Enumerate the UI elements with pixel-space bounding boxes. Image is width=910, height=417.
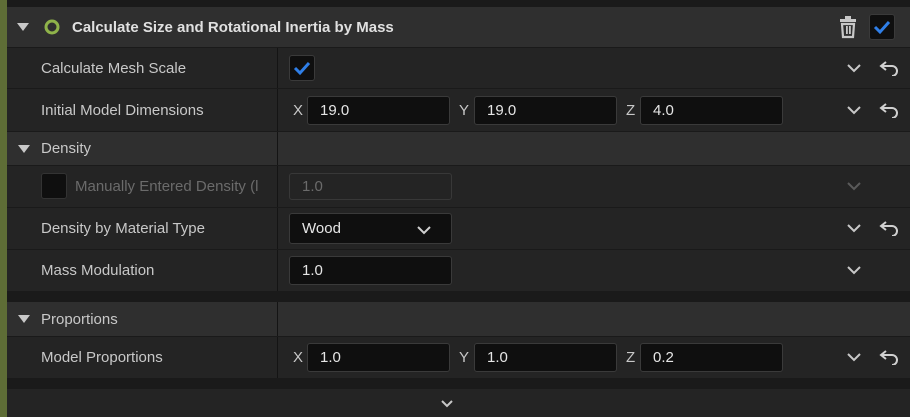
column-divider [277,89,278,131]
chevron-down-icon[interactable] [846,220,862,236]
checkmark-icon [293,61,311,76]
module-enable-checkbox[interactable] [869,14,895,40]
triangle-down-icon[interactable] [17,313,31,325]
row-initial-model-dimensions: Initial Model Dimensions X 19.0 Y 19.0 Z… [7,89,910,131]
column-divider [277,250,278,291]
row-manual-density: Manually Entered Density (l 1.0 [7,166,910,207]
triangle-down-icon[interactable] [17,143,31,155]
mass-modulation-label: Mass Modulation [41,262,155,279]
row-calculate-mesh-scale: Calculate Mesh Scale [7,48,910,88]
column-divider [277,166,278,207]
module-title: Calculate Size and Rotational Inertia by… [72,18,394,36]
density-material-dropdown[interactable]: Wood [289,213,452,244]
density-material-label: Density by Material Type [41,220,205,237]
density-material-value: Wood [302,220,341,237]
category-proportions[interactable]: Proportions [7,302,910,336]
initial-dims-z-field[interactable]: 4.0 [640,96,783,125]
manual-density-field[interactable]: 1.0 [289,173,452,200]
y-axis-label: Y [459,101,470,119]
column-divider [277,132,278,165]
column-divider [277,208,278,249]
category-proportions-label: Proportions [41,310,118,328]
manual-density-label: Manually Entered Density (l [75,178,259,195]
show-more-bar[interactable] [7,389,910,417]
initial-dims-label: Initial Model Dimensions [41,101,204,119]
reset-arrow-icon[interactable] [879,101,899,119]
row-model-proportions: Model Proportions X 1.0 Y 1.0 Z 0.2 [7,337,910,378]
chevron-down-icon[interactable] [846,178,862,194]
chevron-down-icon[interactable] [846,102,862,118]
model-proportions-label: Model Proportions [41,349,163,366]
category-density-label: Density [41,140,92,157]
row-density-by-material: Density by Material Type Wood [7,208,910,249]
module-header[interactable]: Calculate Size and Rotational Inertia by… [7,7,910,47]
reset-arrow-icon[interactable] [879,219,899,237]
checkmark-icon [873,20,891,35]
column-divider [277,337,278,378]
calc-mesh-scale-checkbox[interactable] [289,55,315,81]
model-proportions-z-field[interactable]: 0.2 [640,343,783,372]
initial-dims-y-field[interactable]: 19.0 [474,96,617,125]
initial-dims-x-field[interactable]: 19.0 [307,96,450,125]
reset-arrow-icon[interactable] [879,59,899,77]
model-proportions-x-field[interactable]: 1.0 [307,343,450,372]
module-accent-bar [0,0,7,417]
z-axis-label: Z [626,349,636,366]
model-proportions-y-field[interactable]: 1.0 [474,343,617,372]
y-axis-label: Y [459,349,470,366]
chevron-down-icon [416,224,432,236]
chevron-down-icon[interactable] [846,60,862,76]
category-density[interactable]: Density [7,132,910,165]
chevron-down-icon[interactable] [846,349,862,365]
mass-modulation-field[interactable]: 1.0 [289,256,452,285]
circle-ring-icon[interactable] [44,19,60,35]
x-axis-label: X [293,349,304,366]
calc-mesh-scale-label: Calculate Mesh Scale [41,59,187,77]
column-divider [277,48,278,88]
row-mass-modulation: Mass Modulation 1.0 [7,250,910,291]
manual-density-checkbox[interactable] [41,173,67,199]
trash-icon[interactable] [836,15,860,39]
triangle-down-icon[interactable] [16,20,30,34]
z-axis-label: Z [626,101,636,119]
x-axis-label: X [293,101,304,119]
column-divider [277,302,278,336]
reset-arrow-icon[interactable] [879,348,899,366]
chevron-down-icon[interactable] [439,397,455,409]
chevron-down-icon[interactable] [846,262,862,278]
